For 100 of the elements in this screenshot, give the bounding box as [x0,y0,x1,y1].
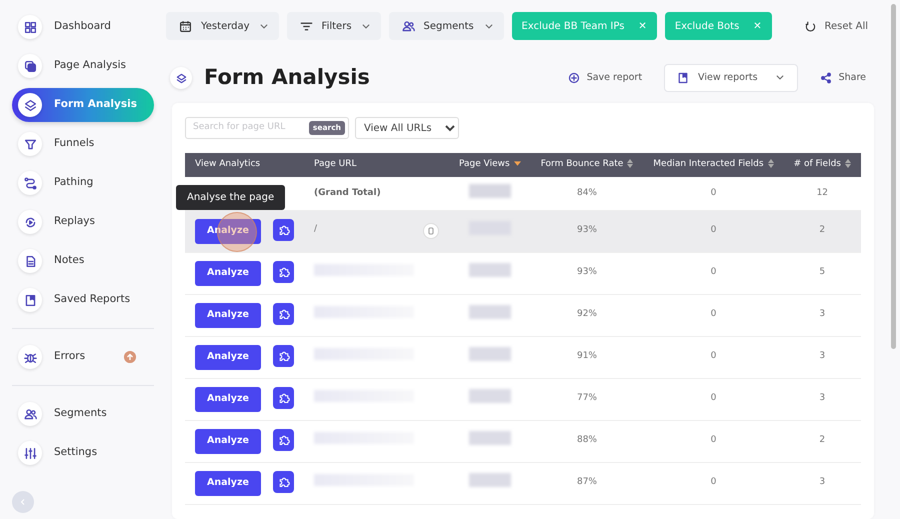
analyze-button[interactable]: Analyze [195,344,261,370]
filter-icon [300,20,313,32]
blurred-value [468,347,511,362]
reports-dropdown[interactable]: View reports [664,64,798,92]
table-cell: 0 [643,462,784,504]
column-header[interactable]: # of Fields [784,153,861,177]
table-row[interactable]: Analyze 88% 0 2 [185,420,861,462]
blurred-value [468,305,511,320]
copy-icon[interactable] [422,223,439,239]
table-cell: 3 [784,294,861,336]
table-cell: (Grand Total) [304,177,449,210]
puzzle-button[interactable] [273,471,294,494]
puzzle-icon [278,434,290,446]
sidebar-item[interactable]: Saved Reports [12,283,154,317]
table-cell: 92% [530,294,644,336]
table-cell: 88% [530,420,644,462]
table-cell: 3 [784,378,861,420]
table-cell: 0 [643,336,784,378]
analyze-button[interactable]: Analyze [195,302,261,328]
url-filter-select[interactable]: View All URLs [355,117,459,139]
sidebar-item[interactable]: Settings [12,436,154,470]
sidebar-item[interactable]: Form Analysis [12,88,154,122]
puzzle-icon [278,392,290,404]
path-icon [24,176,36,190]
table-cell: 87% [530,462,644,504]
puzzle-button[interactable] [273,303,294,326]
grid-icon [24,20,36,34]
sliders-icon [24,446,36,460]
chip-label: Exclude Bots [674,20,740,34]
column-header[interactable]: Form Bounce Rate [530,153,644,177]
bookmark-icon [677,72,690,84]
page-title: Form Analysis [204,65,370,91]
table-cell: 77% [530,378,644,420]
puzzle-icon [278,350,290,362]
table-cell: 0 [643,252,784,294]
document-icon [24,254,36,268]
bug-icon [24,350,36,364]
table-cell: 0 [643,210,784,252]
puzzle-button[interactable] [273,387,294,410]
blurred-value [468,473,511,488]
column-header[interactable]: Page Views [448,153,531,177]
sort-icon [627,159,634,168]
sort-desc-icon [514,161,521,166]
sidebar-item[interactable]: Dashboard [12,10,154,44]
sidebar-item[interactable]: Pathing [12,166,154,200]
filter-dropdown[interactable]: Segments [388,12,504,40]
users-icon [24,408,36,420]
sidebar-item[interactable]: Errors [12,340,154,374]
sidebar-item[interactable]: Notes [12,244,154,278]
layers-icon [176,72,186,84]
filter-dropdown[interactable]: Yesterday [166,12,279,40]
analyze-button[interactable]: Analyze [195,470,261,496]
table-row[interactable]: Analyze 87% 0 3 [185,462,861,504]
sidebar-item[interactable]: Page Analysis [12,49,154,83]
table-cell: 84% [530,177,644,210]
sidebar-item[interactable]: Funnels [12,127,154,161]
column-header: Page URL [304,153,449,177]
sidebar-item[interactable]: Replays [12,205,154,239]
table-row[interactable]: Analyze 77% 0 3 [185,378,861,420]
share-icon [820,72,832,84]
action-link[interactable]: Save report [560,64,650,92]
filter-dropdown[interactable]: Filters [286,12,381,40]
puzzle-button[interactable] [273,345,294,368]
replay-icon [24,216,36,228]
puzzle-button[interactable] [273,261,294,284]
action-link[interactable]: Share [812,64,874,92]
reset-button[interactable]: Reset All [799,18,874,34]
puzzle-button[interactable] [273,219,294,242]
table-cell: 3 [784,336,861,378]
chip-label: Exclude BB Team IPs [522,20,624,34]
chevron-left-icon [19,498,27,506]
column-header[interactable]: Median Interacted Fields [643,153,784,177]
table-cell: 93% [530,252,644,294]
puzzle-icon [278,476,290,488]
table-cell: 0 [643,420,784,462]
puzzle-button[interactable] [273,429,294,452]
sidebar-item[interactable]: Segments [12,397,154,431]
analyze-button[interactable]: Analyze [195,386,261,412]
analyze-button[interactable]: Analyze [195,428,261,454]
table-cell: / [314,224,318,234]
puzzle-icon [278,266,290,278]
table-cell: 3 [784,462,861,504]
puzzle-icon [278,224,290,236]
blurred-value [468,431,511,446]
table-cell: 12 [784,177,861,210]
layers-icon [24,98,36,112]
table-row[interactable]: Analyze 93% 0 5 [185,252,861,294]
bookmark-icon [24,294,36,306]
sort-icon [845,159,851,168]
table-cell: 2 [784,210,861,252]
puzzle-icon [278,308,290,320]
table-cell: 2 [784,420,861,462]
upgrade-icon [124,351,136,363]
table-row[interactable]: Analyze 92% 0 3 [185,294,861,336]
add-icon [568,72,580,84]
analyze-button[interactable]: Analyze [195,260,261,286]
funnel-icon [24,138,36,150]
table-row[interactable]: Analyze 91% 0 3 [185,336,861,378]
pages-icon [24,60,36,72]
sort-icon [768,159,774,168]
